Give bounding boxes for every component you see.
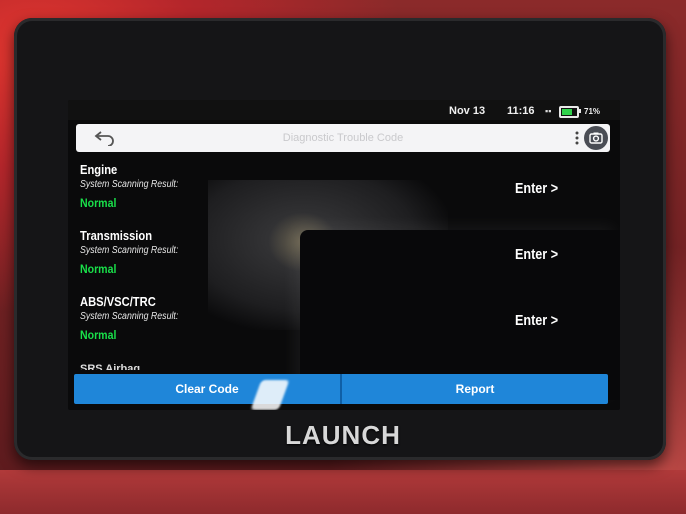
battery-icon [559, 106, 579, 118]
device-screen: Nov 13 11:16 ▪▪ 71% Diagnostic Trouble C… [68, 100, 620, 410]
brand-logo: LAUNCH [285, 420, 401, 450]
scan-result-label: System Scanning Result: [80, 311, 179, 322]
report-button[interactable]: Report [342, 374, 608, 404]
battery-tip [579, 109, 581, 113]
camera-button[interactable] [584, 126, 608, 150]
system-name: Transmission [80, 228, 153, 243]
signal-icon: ▪▪ [545, 106, 552, 116]
enter-button[interactable]: Enter > [515, 312, 558, 329]
scan-result-label: System Scanning Result: [80, 245, 179, 256]
list-item: ABS/VSC/TRC System Scanning Result: Norm… [68, 290, 620, 356]
enter-button[interactable]: Enter > [515, 246, 558, 263]
system-list: Engine System Scanning Result: Normal En… [68, 158, 620, 356]
battery-percent: 71% [584, 107, 601, 116]
status-time: 11:16 [507, 105, 535, 117]
status-bar: Nov 13 11:16 ▪▪ 71% [68, 100, 620, 120]
scan-result-label: System Scanning Result: [80, 179, 179, 190]
enter-button[interactable]: Enter > [515, 180, 558, 197]
scan-result-status: Normal [80, 328, 117, 342]
more-vertical-icon[interactable] [574, 130, 580, 146]
page-title: Diagnostic Trouble Code [282, 132, 404, 144]
clear-code-button[interactable]: Clear Code [74, 374, 340, 404]
camera-icon [589, 132, 603, 144]
system-name: Engine [80, 162, 118, 177]
system-name: ABS/VSC/TRC [80, 294, 156, 309]
scan-result-status: Normal [80, 196, 117, 210]
title-bar: Diagnostic Trouble Code [76, 124, 610, 152]
status-date: Nov 13 [449, 105, 486, 117]
list-item: Engine System Scanning Result: Normal En… [68, 158, 620, 224]
scan-result-status: Normal [80, 262, 117, 276]
device-casing-bottom [0, 470, 686, 514]
battery-fill [562, 109, 572, 115]
action-bar: Clear Code Report [74, 374, 608, 404]
list-item: Transmission System Scanning Result: Nor… [68, 224, 620, 290]
partial-list-item[interactable]: SRS Airbag [80, 362, 140, 370]
